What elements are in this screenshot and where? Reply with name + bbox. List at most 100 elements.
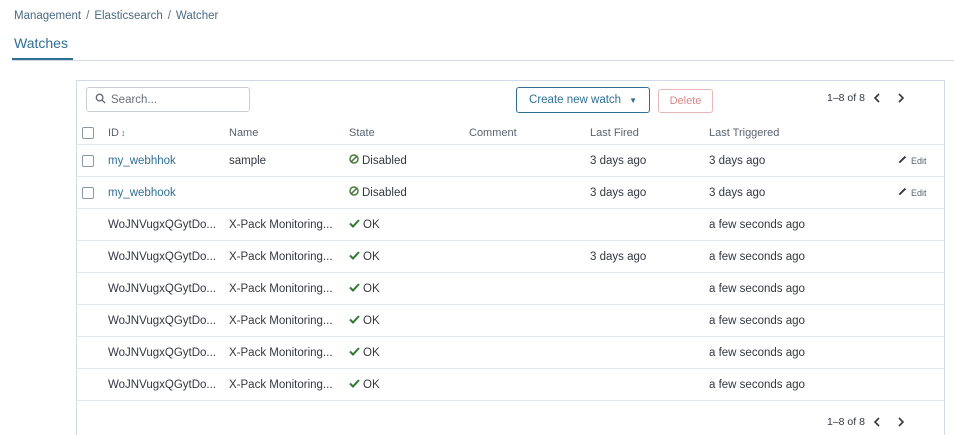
watch-last-triggered: 3 days ago: [709, 186, 766, 199]
table-row[interactable]: WoJNVugxQGytDo... X-Pack Monitoring... OK 3…: [77, 241, 944, 273]
watch-id-link[interactable]: my_webhook: [108, 187, 176, 199]
watch-id: WoJNVugxQGytDo...: [108, 346, 217, 359]
watch-last-triggered: a few seconds ago: [709, 218, 805, 231]
chevron-right-icon[interactable]: [889, 93, 913, 103]
table-row[interactable]: WoJNVugxQGytDo... X-Pack Monitoring... OK a…: [77, 209, 944, 241]
column-header-comment[interactable]: Comment: [469, 127, 517, 139]
breadcrumb-elasticsearch[interactable]: Elasticsearch: [94, 10, 162, 22]
watch-last-triggered: a few seconds ago: [709, 282, 805, 295]
watch-last-triggered: a few seconds ago: [709, 250, 805, 263]
watches-table: ID ↕ Name State Comment Last Fired Last T…: [77, 121, 944, 401]
edit-button[interactable]: Edit: [898, 155, 927, 166]
watch-state: OK: [349, 347, 380, 359]
watch-state-label: OK: [363, 282, 380, 295]
breadcrumb: Management / Elasticsearch / Watcher: [14, 10, 218, 22]
tabs-divider: [12, 60, 954, 61]
watch-id: WoJNVugxQGytDo...: [108, 218, 217, 231]
watch-name: sample: [229, 154, 267, 167]
delete-button[interactable]: Delete: [658, 89, 713, 113]
breadcrumb-management[interactable]: Management: [14, 10, 81, 22]
watch-last-fired: 3 days ago: [590, 250, 647, 263]
watch-id-link[interactable]: my_webhhok: [108, 155, 176, 167]
chevron-down-icon: ▼: [629, 95, 637, 105]
check-icon: [349, 378, 360, 391]
watch-state: OK: [349, 219, 380, 231]
watch-state-label: OK: [363, 218, 380, 231]
pencil-icon: [898, 155, 907, 166]
watch-state-label: OK: [363, 346, 380, 359]
watch-last-triggered: a few seconds ago: [709, 378, 805, 391]
watch-state: OK: [349, 283, 380, 295]
check-icon: [349, 218, 360, 231]
column-header-name[interactable]: Name: [229, 127, 258, 139]
watch-id: WoJNVugxQGytDo...: [108, 314, 217, 327]
sort-icon[interactable]: ↕: [121, 128, 126, 138]
watch-last-triggered: 3 days ago: [709, 154, 766, 167]
watch-last-fired: 3 days ago: [590, 186, 647, 199]
watch-state: OK: [349, 315, 380, 327]
breadcrumb-separator: /: [86, 10, 90, 22]
edit-label: Edit: [911, 187, 927, 198]
table-row[interactable]: WoJNVugxQGytDo... X-Pack Monitoring... OK a…: [77, 273, 944, 305]
watch-id: WoJNVugxQGytDo...: [108, 378, 217, 391]
check-icon: [349, 282, 360, 295]
row-checkbox[interactable]: [82, 154, 94, 167]
column-header-id[interactable]: ID ↕: [108, 127, 126, 139]
watch-name: X-Pack Monitoring...: [229, 250, 333, 263]
chevron-right-icon[interactable]: [889, 417, 913, 427]
watch-state-label: OK: [363, 378, 380, 391]
search-box[interactable]: [86, 87, 250, 112]
watch-state-label: OK: [363, 250, 380, 263]
watch-last-triggered: a few seconds ago: [709, 314, 805, 327]
watch-id: WoJNVugxQGytDo...: [108, 250, 217, 263]
breadcrumb-separator: /: [167, 10, 171, 22]
pagination-top: 1–8 of 8: [827, 92, 913, 104]
check-icon: [349, 250, 360, 263]
tab-watches[interactable]: Watches: [14, 35, 68, 51]
watches-panel: Create new watch ▼ Delete 1–8 of 8 ID↕ N…: [76, 80, 945, 435]
watch-name: X-Pack Monitoring...: [229, 346, 333, 359]
watch-name: X-Pack Monitoring...: [229, 378, 333, 391]
watch-name: X-Pack Monitoring...: [229, 314, 333, 327]
watch-state: OK: [349, 251, 380, 263]
chevron-left-icon[interactable]: [865, 417, 889, 427]
pagination-bottom: 1–8 of 8: [827, 416, 913, 428]
watch-state: OK: [349, 379, 380, 391]
check-icon: [349, 314, 360, 327]
column-header-state[interactable]: State: [349, 127, 375, 139]
watch-id: WoJNVugxQGytDo...: [108, 282, 217, 295]
create-new-watch-label: Create new watch: [529, 94, 622, 106]
search-input[interactable]: [111, 93, 241, 106]
row-checkbox[interactable]: [82, 186, 94, 199]
watch-state-label: Disabled: [362, 154, 407, 167]
breadcrumb-watcher[interactable]: Watcher: [176, 10, 218, 22]
pagination-range: 1–8 of 8: [827, 416, 865, 428]
select-all-checkbox[interactable]: [82, 126, 94, 139]
table-row[interactable]: my_webhhok sample Disabled 3 days ago 3 days…: [77, 145, 944, 177]
watch-name: X-Pack Monitoring...: [229, 282, 333, 295]
watch-last-fired: 3 days ago: [590, 154, 647, 167]
watch-name: X-Pack Monitoring...: [229, 218, 333, 231]
watch-state-label: OK: [363, 314, 380, 327]
table-row[interactable]: WoJNVugxQGytDo... X-Pack Monitoring... OK a…: [77, 369, 944, 401]
table-row[interactable]: WoJNVugxQGytDo... X-Pack Monitoring... OK a…: [77, 337, 944, 369]
watch-state: Disabled: [349, 186, 407, 199]
check-icon: [349, 346, 360, 359]
edit-button[interactable]: Edit: [898, 187, 927, 198]
create-new-watch-button[interactable]: Create new watch ▼: [516, 87, 650, 113]
column-header-last-fired[interactable]: Last Fired: [590, 127, 639, 139]
table-header: ID ↕ Name State Comment Last Fired Last T…: [77, 121, 944, 145]
pagination-range: 1–8 of 8: [827, 92, 865, 104]
search-icon: [95, 91, 106, 109]
column-header-last-triggered[interactable]: Last Triggered: [709, 127, 779, 139]
disabled-circle-icon: [349, 186, 359, 199]
disabled-circle-icon: [349, 154, 359, 167]
table-row[interactable]: my_webhook Disabled 3 days ago 3 days ago Ed…: [77, 177, 944, 209]
pencil-icon: [898, 187, 907, 198]
watch-state: Disabled: [349, 154, 407, 167]
watch-state-label: Disabled: [362, 186, 407, 199]
edit-label: Edit: [911, 155, 927, 166]
table-row[interactable]: WoJNVugxQGytDo... X-Pack Monitoring... OK a…: [77, 305, 944, 337]
chevron-left-icon[interactable]: [865, 93, 889, 103]
watch-last-triggered: a few seconds ago: [709, 346, 805, 359]
